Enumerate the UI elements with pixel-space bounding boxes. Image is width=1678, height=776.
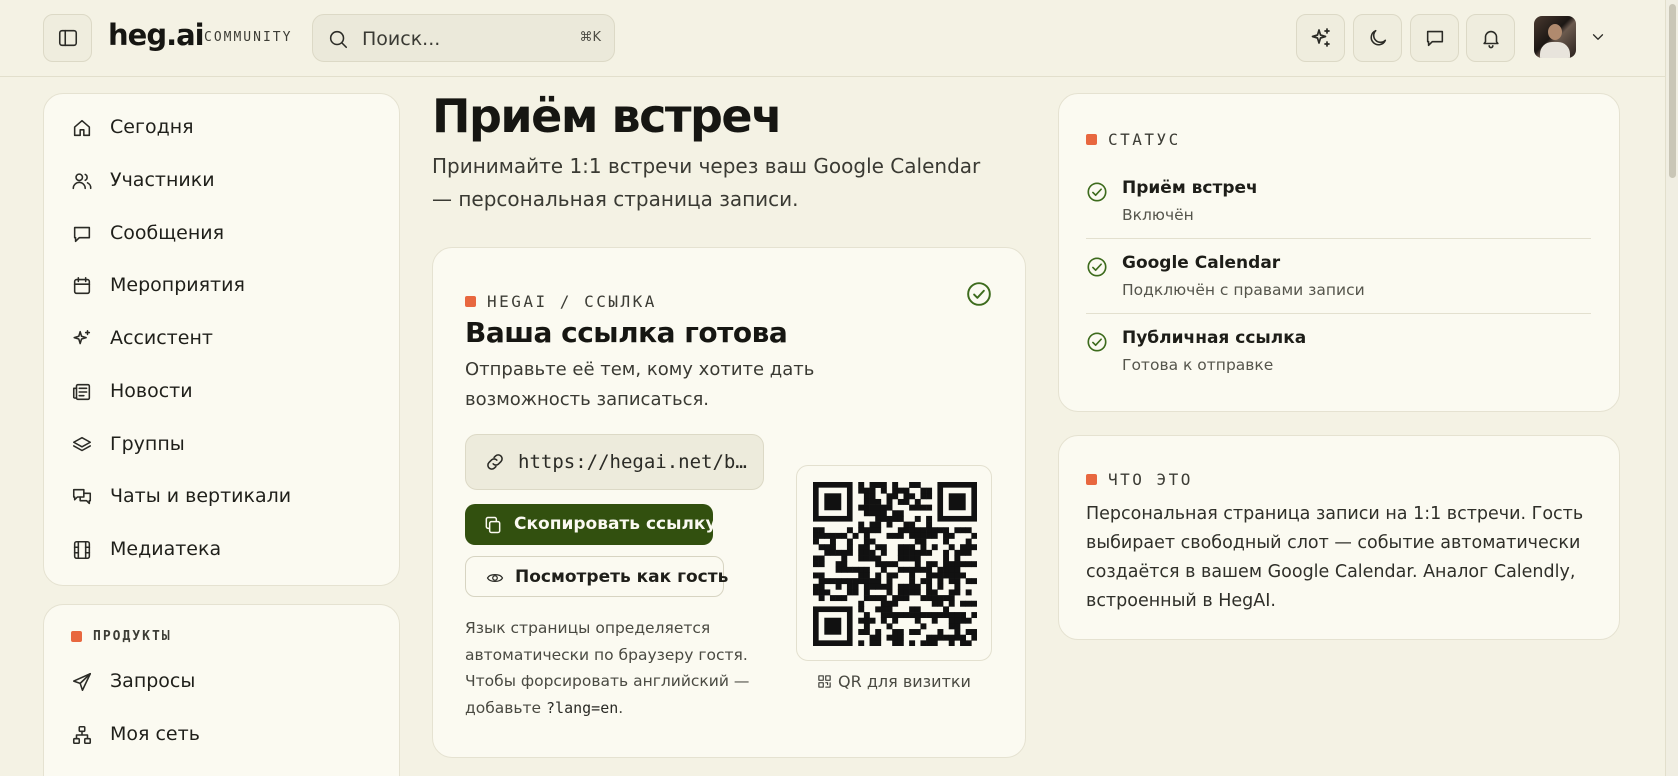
send-icon [72,672,92,692]
logo[interactable]: heg.ai [108,18,205,52]
search-box[interactable]: ⌘K [312,14,615,62]
link-card-eyebrow: HEGAI / ССЫЛКА [465,292,657,311]
qr-icon [818,675,831,688]
section-dot [1086,134,1097,145]
theme-toggle-button[interactable] [1353,14,1402,62]
messages-button[interactable] [1410,14,1459,62]
eye-icon [486,573,504,583]
section-dot [1086,474,1097,485]
sidebar-item-label: Чаты и вертикали [110,485,292,507]
products-title: ПРОДУКТЫ [93,629,172,644]
top-bar: heg.ai COMMUNITY ⌘K [0,0,1665,77]
chat-icon [1426,30,1443,47]
chevron-down-icon[interactable] [1589,28,1607,46]
chats-icon [72,488,92,505]
sparkles-icon [73,329,91,345]
divider [1086,313,1591,314]
about-card-header: ЧТО ЭТО [1086,470,1193,489]
calendar-icon [73,276,91,295]
sidebar-item-groups[interactable]: Группы [71,427,185,463]
sidebar-item-messages[interactable]: Сообщения [71,216,224,252]
bell-icon [1482,30,1499,49]
search-icon [329,30,348,49]
film-icon [73,540,91,560]
sidebar-item-chats[interactable]: Чаты и вертикали [71,479,291,515]
view-as-guest-button[interactable]: Посмотреть как гость [465,556,728,597]
sidebar-item-events[interactable]: Мероприятия [71,268,245,304]
booking-link-field[interactable]: https://hegai.net/b… [465,434,764,490]
layers-icon [72,436,92,452]
sidebar-item-label: Моя сеть [110,723,200,745]
section-dot [71,631,82,642]
page-subtitle: Принимайте 1:1 встречи через ваш Google … [432,154,981,211]
network-icon [72,725,92,745]
sidebar-item-news[interactable]: Новости [71,374,193,410]
sidebar-item-label: Сообщения [110,222,225,244]
sidebar-item-label: Группы [110,433,185,455]
sidebar-nav: Сегодня Участники Сообщения Мероприятия … [43,93,400,586]
search-input[interactable] [362,25,562,53]
link-card: HEGAI / ССЫЛКА Ваша ссылка готова Отправ… [432,247,1026,758]
link-card-title: Ваша ссылка готова [465,316,788,349]
sparkles-icon [1311,28,1330,47]
sidebar-item-today[interactable]: Сегодня [71,110,194,146]
sidebar-item-media[interactable]: Медиатека [71,532,221,568]
status-card-header: СТАТУС [1086,130,1181,149]
sidebar-item-label: Ассистент [110,327,213,349]
link-icon [487,454,503,470]
assistant-button[interactable] [1296,14,1345,62]
status-card: СТАТУС Приём встреч Включён Google Calen… [1058,93,1620,412]
sidebar-item-label: Сегодня [110,116,194,138]
section-dot [465,296,476,307]
products-nav: ПРОДУКТЫ Запросы Моя сеть [43,604,400,776]
about-card-text: Персональная страница записи на 1:1 встр… [1086,504,1584,611]
sidebar-item-assistant[interactable]: Ассистент [71,321,213,357]
users-icon [72,173,92,190]
sidebar-item-members[interactable]: Участники [71,163,215,199]
sidebar-item-my-network[interactable]: Моя сеть [71,717,200,753]
check-circle-icon [1087,257,1107,277]
sidebar-item-label: Мероприятия [110,274,245,296]
page-title: Приём встреч [432,89,783,143]
check-circle-icon [1087,182,1107,202]
copy-icon [485,516,501,534]
sidebar-item-label: Участники [110,169,215,191]
divider [1086,238,1591,239]
newspaper-icon [72,383,91,401]
qr-caption: QR для визитки [796,672,992,691]
qr-code-image [813,482,977,646]
lang-param-code: ?lang=en [546,698,619,717]
check-circle-icon [1087,332,1107,352]
booking-link-url[interactable]: https://hegai.net/b… [518,451,750,473]
search-shortcut: ⌘K [579,30,601,45]
sidebar-toggle-button[interactable] [43,14,92,62]
notifications-button[interactable] [1466,14,1515,62]
message-icon [73,226,91,243]
products-header: ПРОДУКТЫ [71,629,172,644]
check-circle-icon [967,282,991,306]
sidebar-item-requests[interactable]: Запросы [71,664,195,700]
sidebar-item-label: Новости [110,380,193,402]
about-card: ЧТО ЭТО Персональная страница записи на … [1058,435,1620,640]
page-scrollbar[interactable] [1665,0,1678,776]
copy-link-button[interactable]: Скопировать ссылку [465,504,717,545]
sidebar-item-label: Медиатека [110,538,222,560]
logo-tag: COMMUNITY [204,30,293,45]
link-card-description: Отправьте её тем, кому хотите дать возмо… [465,359,815,410]
avatar[interactable] [1534,16,1576,58]
sidebar-item-label: Запросы [110,670,196,692]
language-note: Язык страницы определяется автоматически… [465,619,750,717]
qr-code-box[interactable] [796,465,992,661]
sidebar-toggle-icon [58,29,77,47]
moon-icon [1369,29,1386,46]
home-icon [73,119,91,137]
